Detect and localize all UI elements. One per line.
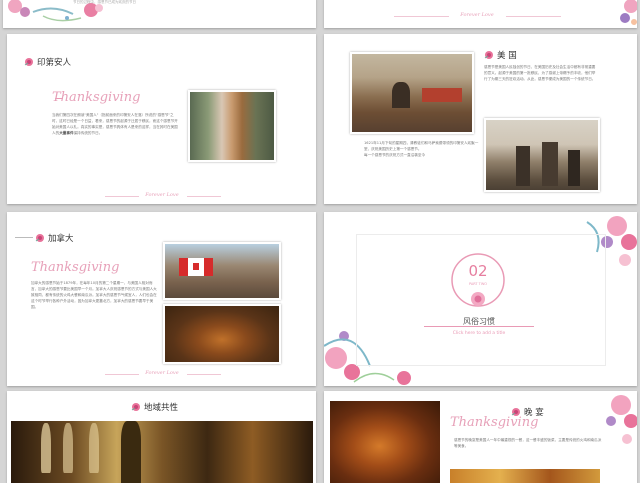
slide-common[interactable]: 地域共性 xyxy=(7,391,316,483)
slide-top-right[interactable]: Forever Love xyxy=(324,0,637,28)
rose-icon xyxy=(24,58,33,66)
dinner-strip-photo xyxy=(450,469,600,483)
rose-icon xyxy=(471,292,485,306)
slide-footer: Forever Love xyxy=(145,192,179,198)
section-part-label: PART TWO xyxy=(468,282,488,286)
slide-dinner[interactable]: 晚 宴 Thanksgiving 感恩节的晚宴是美国人一年中最重视的一餐，这一餐… xyxy=(324,391,637,483)
usa-body-right: 感恩节是美国人民独创的节日，在美国历史及社会生活中都有非常重要的意义。起源于美国… xyxy=(484,65,596,81)
thanksgiving-heading: Thanksgiving xyxy=(31,260,120,275)
section-number: 02 xyxy=(468,262,488,280)
slide-title: 加拿大 xyxy=(35,232,74,244)
footer-line-right xyxy=(506,16,561,17)
wine-glasses-photo xyxy=(11,421,313,483)
slide-title: 印第安人 xyxy=(24,56,71,68)
slide-canada[interactable]: 加拿大 Thanksgiving 加拿大的感恩节始于1879年，在每年10月的第… xyxy=(7,212,316,386)
thanksgiving-heading: Thanksgiving xyxy=(450,415,539,430)
rose-icon xyxy=(35,234,44,242)
canada-flag-photo xyxy=(163,242,281,300)
native-american-photo xyxy=(188,90,276,162)
slide-title: 美 国 xyxy=(484,49,517,61)
slide-footer: Forever Love xyxy=(145,370,179,376)
footer-line-left xyxy=(105,196,139,197)
slide-usa[interactable]: 美 国 感恩节是美国人民独创的节日，在美国历史及社会生活中都有非常重要的意义。起… xyxy=(324,34,637,204)
floral-decoration xyxy=(620,0,637,25)
turkey-dinner-photo xyxy=(163,304,281,364)
footer-line-left xyxy=(394,16,449,17)
top-left-text: 节日的过程中，感恩节已成为欢庆的节日 xyxy=(73,0,136,4)
slide-body: 加拿大的感恩节始于1879年，在每年10月的第二个星期一，与美国人相对而言，加拿… xyxy=(31,281,157,309)
rose-icon xyxy=(484,51,493,59)
battle-painting-photo xyxy=(350,52,474,134)
footer-line-right xyxy=(187,374,221,375)
pilgrims-photo xyxy=(484,118,600,192)
thanksgiving-heading: Thanksgiving xyxy=(52,90,141,105)
title-rule xyxy=(15,237,33,238)
slide-indians[interactable]: 印第安人 Thanksgiving 当我们第四次在朗读"美国人"（指前面来的印第… xyxy=(7,34,316,204)
slide-footer: Forever Love xyxy=(460,12,494,18)
rose-icon xyxy=(131,403,140,411)
footer-line-right xyxy=(187,196,221,197)
feast-photo xyxy=(330,401,440,483)
section-heading: 风俗习惯 xyxy=(463,317,495,326)
slide-body: 感恩节的晚宴是美国人一年中最重视的一餐，这一餐丰盛的饭菜，主要是传统的火鸡和南瓜… xyxy=(454,438,602,448)
usa-body-left: 1621年11月下旬的星期四，清教徒们和马萨索德带领的印第安人欢聚一堂，庆祝美国… xyxy=(364,141,479,157)
slide-body: 当我们第四次在朗读"美国人"（指前面来的印第安人在落）所说的"感恩节"之时，这时… xyxy=(52,113,178,135)
slide-title: 地域共性 xyxy=(131,401,178,413)
slide-section-two[interactable]: 02 PART TWO 风俗习惯 Click here to add a tit… xyxy=(324,212,637,386)
footer-line-left xyxy=(105,374,139,375)
floral-decoration xyxy=(606,395,637,444)
slide-top-left[interactable]: 节日的过程中，感恩节已成为欢庆的节日 xyxy=(3,0,316,28)
section-subtitle[interactable]: Click here to add a title xyxy=(424,331,534,336)
